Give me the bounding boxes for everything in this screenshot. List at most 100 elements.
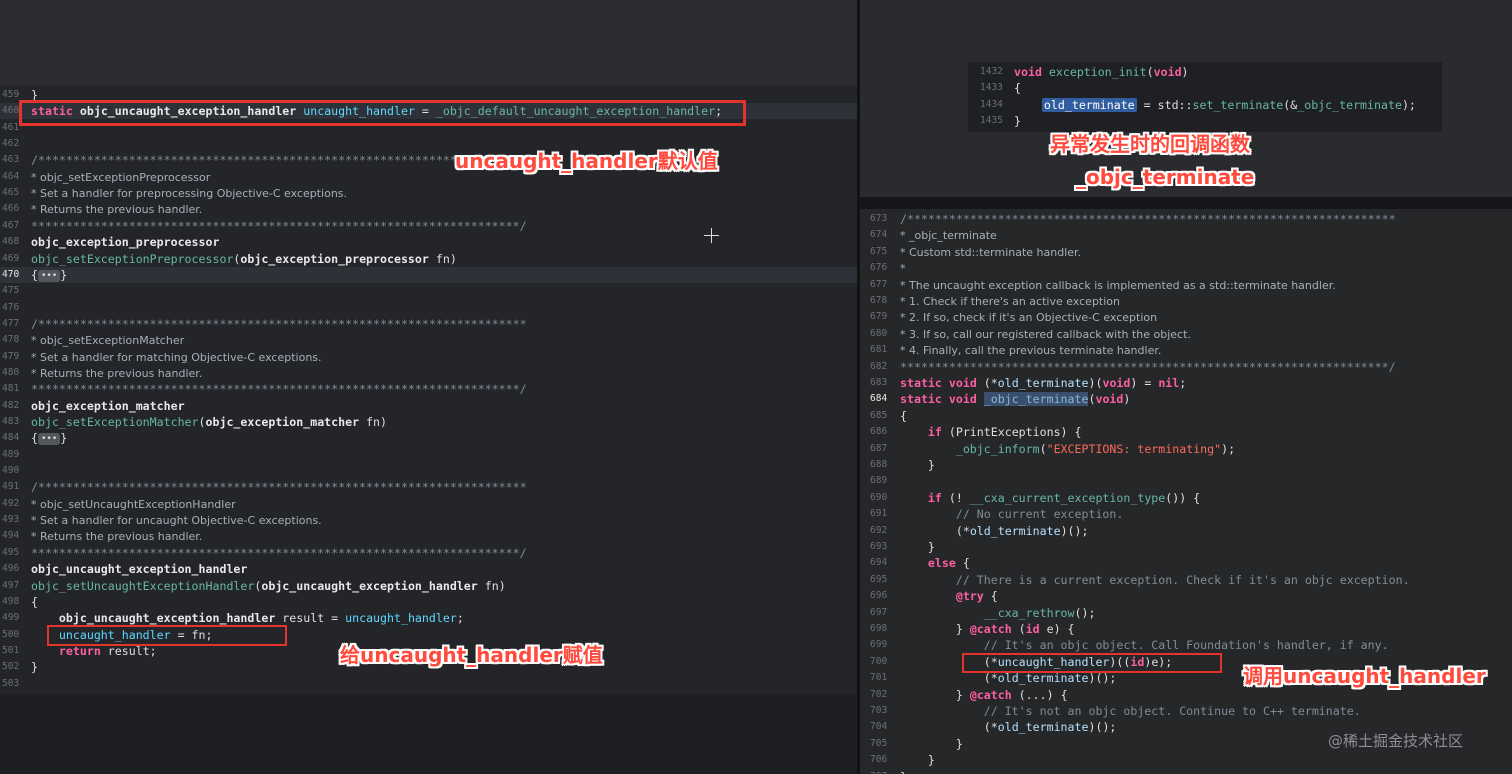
- code-line[interactable]: 1433 {: [968, 80, 1442, 96]
- code-text: }: [31, 659, 38, 675]
- code-line[interactable]: 698 } @catch (id e) {: [860, 621, 1512, 637]
- code-line[interactable]: 676 *: [860, 260, 1512, 276]
- code-line[interactable]: 484 {•••}: [0, 430, 857, 446]
- code-line[interactable]: 696 @try {: [860, 588, 1512, 604]
- code-line[interactable]: 707}: [860, 769, 1512, 774]
- code-line[interactable]: 686 if (PrintExceptions) {: [860, 424, 1512, 440]
- code-line[interactable]: 469 objc_setExceptionPreprocessor(objc_ex…: [0, 251, 857, 267]
- code-line[interactable]: 463 /************************************…: [0, 152, 857, 168]
- code-line[interactable]: 497 objc_setUncaughtExceptionHandler(objc…: [0, 578, 857, 594]
- code-line[interactable]: 480 * Returns the previous handler.: [0, 365, 857, 381]
- code-text: * 2. If so, check if it's an Objective-C…: [900, 309, 1157, 326]
- code-line[interactable]: 470 {•••}: [0, 266, 857, 283]
- code-line[interactable]: 476: [0, 300, 857, 316]
- code-line[interactable]: 475: [0, 283, 857, 299]
- code-line[interactable]: 695 // There is a current exception. Che…: [860, 572, 1512, 588]
- code-text: /***************************************…: [31, 152, 527, 168]
- code-line[interactable]: 489: [0, 447, 857, 463]
- code-token: static: [900, 376, 942, 390]
- code-line[interactable]: 685 {: [860, 408, 1512, 424]
- selected-symbol[interactable]: old_terminate: [1041, 97, 1137, 112]
- code-line[interactable]: 492 * objc_setUncaughtExceptionHandler: [0, 496, 857, 512]
- code-line[interactable]: 674 * _objc_terminate: [860, 227, 1512, 243]
- code-line[interactable]: 692 (*old_terminate)();: [860, 523, 1512, 539]
- code-line[interactable]: 693 }: [860, 539, 1512, 555]
- code-token: * 4. Finally, call the previous terminat…: [900, 344, 1162, 358]
- code-text: objc_setUncaughtExceptionHandler(objc_un…: [31, 578, 506, 594]
- code-token: }: [60, 267, 68, 282]
- code-line[interactable]: 683 static void (*old_terminate)(void) = …: [860, 375, 1512, 391]
- horizontal-split-divider[interactable]: [860, 197, 1512, 209]
- code-line[interactable]: 677 * The uncaught exception callback is …: [860, 277, 1512, 293]
- code-token: _objc_inform: [955, 441, 1040, 456]
- code-token: (...) {: [1011, 687, 1068, 702]
- code-line[interactable]: 688 }: [860, 457, 1512, 473]
- code-token: old_terminate: [997, 376, 1089, 390]
- code-token: }: [900, 770, 907, 774]
- code-line[interactable]: 464 * objc_setExceptionPreprocessor: [0, 169, 857, 185]
- code-line[interactable]: 1432 void exception_init(void): [968, 64, 1442, 80]
- code-line[interactable]: 690 if (! __cxa_current_exception_type()…: [860, 490, 1512, 506]
- code-line[interactable]: 706 }: [860, 752, 1512, 768]
- code-line[interactable]: 493 * Set a handler for uncaught Objectiv…: [0, 512, 857, 528]
- code-token: void: [948, 376, 977, 390]
- code-text: {: [900, 408, 907, 424]
- code-line[interactable]: 479 * Set a handler for matching Objectiv…: [0, 349, 857, 365]
- bottom-right-editor-pane[interactable]: 673 /************************************…: [860, 209, 1512, 774]
- code-line[interactable]: 465 * Set a handler for preprocessing Obj…: [0, 185, 857, 201]
- line-number: 498: [2, 595, 20, 607]
- code-line[interactable]: 675 * Custom std::terminate handler.: [860, 244, 1512, 260]
- code-line[interactable]: 499 objc_uncaught_exception_handler resu…: [0, 610, 857, 626]
- code-line[interactable]: 678 * 1. Check if there's an active excep…: [860, 293, 1512, 309]
- code-token: * Returns the previous handler.: [31, 530, 203, 544]
- code-line[interactable]: 468 objc_exception_preprocessor: [0, 234, 857, 250]
- code-line[interactable]: 694 else {: [860, 555, 1512, 571]
- code-line[interactable]: 483 objc_setExceptionMatcher(objc_excepti…: [0, 414, 857, 430]
- code-line[interactable]: 496 objc_uncaught_exception_handler: [0, 561, 857, 577]
- left-editor-empty-area: [0, 694, 857, 774]
- code-text: }: [900, 752, 935, 768]
- code-token: )();: [1088, 671, 1117, 686]
- code-line[interactable]: 1435}: [968, 113, 1442, 129]
- code-line[interactable]: 481 *************************************…: [0, 381, 857, 397]
- code-line[interactable]: 490: [0, 463, 857, 479]
- code-line[interactable]: 699 // It's an objc object. Call Foundat…: [860, 637, 1512, 653]
- folded-code-button[interactable]: •••: [37, 269, 61, 282]
- code-line[interactable]: 478 * objc_setExceptionMatcher: [0, 332, 857, 348]
- line-number: 500: [2, 628, 20, 640]
- code-line[interactable]: 477 /************************************…: [0, 316, 857, 332]
- code-line[interactable]: 682 *************************************…: [860, 359, 1512, 375]
- code-line[interactable]: 679 * 2. If so, check if it's an Objectiv…: [860, 309, 1512, 325]
- code-line[interactable]: 703 // It's not an objc object. Continue…: [860, 703, 1512, 719]
- code-line[interactable]: 503: [0, 676, 857, 692]
- code-line[interactable]: 681 * 4. Finally, call the previous termi…: [860, 342, 1512, 358]
- exception-init-code-view[interactable]: 1432 void exception_init(void) 1433{1434 o…: [968, 62, 1442, 132]
- code-line[interactable]: 687 _objc_inform("EXCEPTIONS: terminatin…: [860, 441, 1512, 457]
- code-text: * 4. Finally, call the previous terminat…: [900, 342, 1161, 359]
- code-line[interactable]: 466 * Returns the previous handler.: [0, 201, 857, 217]
- code-line[interactable]: 482 objc_exception_matcher: [0, 398, 857, 414]
- code-line[interactable]: 680 * 3. If so, call our registered callb…: [860, 326, 1512, 342]
- folded-code-button[interactable]: •••: [37, 433, 61, 446]
- highlighted-symbol[interactable]: _objc_terminate: [983, 392, 1089, 407]
- code-line[interactable]: 495 *************************************…: [0, 545, 857, 561]
- code-line[interactable]: 673 /************************************…: [860, 211, 1512, 227]
- line-number: 476: [2, 301, 20, 313]
- line-number: 482: [2, 399, 20, 411]
- code-text: } @catch (id e) {: [900, 621, 1075, 637]
- code-line[interactable]: 491 /************************************…: [0, 479, 857, 495]
- code-line[interactable]: 467 *************************************…: [0, 218, 857, 234]
- line-number: 502: [2, 661, 20, 673]
- code-line[interactable]: 689: [860, 473, 1512, 489]
- code-line[interactable]: 684 static void _objc_terminate(void): [860, 391, 1512, 407]
- annotation-callback-name: _objc_terminate: [1076, 165, 1255, 189]
- code-line[interactable]: 691 // No current exception.: [860, 506, 1512, 522]
- line-number: 1434: [980, 98, 1003, 110]
- code-token: objc_exception_matcher: [205, 415, 360, 429]
- code-line[interactable]: 462: [0, 136, 857, 152]
- code-line[interactable]: 1434 old_terminate = std::set_terminate(…: [968, 97, 1442, 113]
- code-line[interactable]: 498 {: [0, 594, 857, 610]
- code-line[interactable]: 697 __cxa_rethrow();: [860, 605, 1512, 621]
- code-line[interactable]: 494 * Returns the previous handler.: [0, 528, 857, 544]
